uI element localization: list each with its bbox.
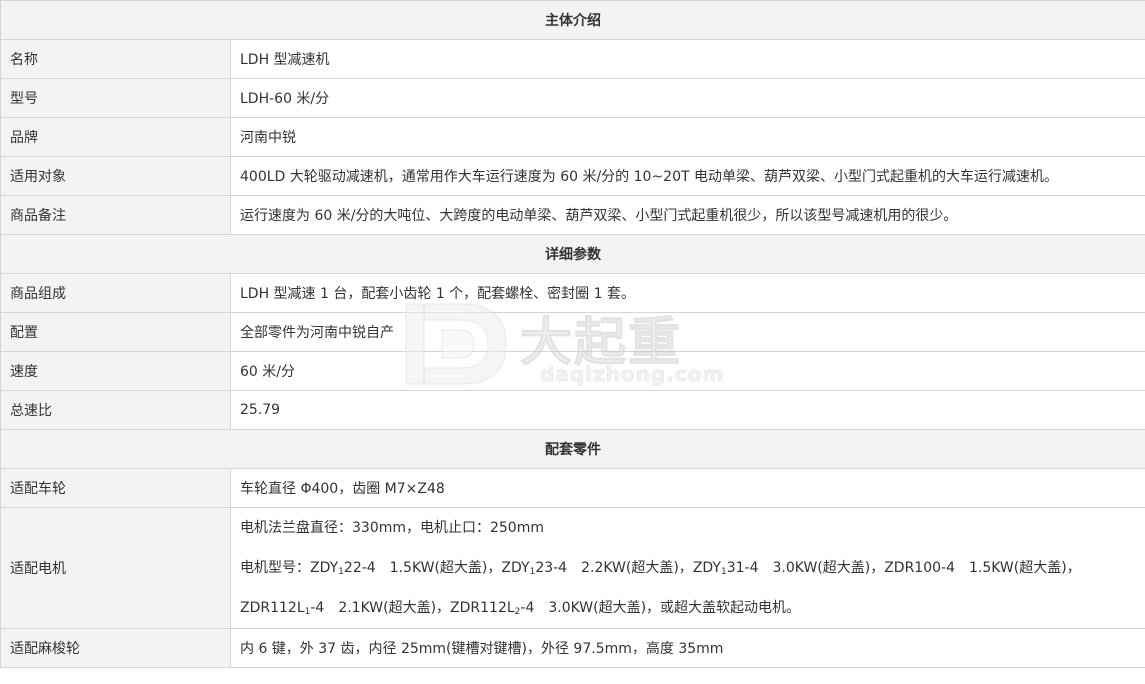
row-label-coupling: 适配麻梭轮: [0, 628, 231, 668]
table-row-ratio: 总速比 25.79: [0, 390, 1145, 430]
section-header-parts: 配套零件: [0, 429, 1145, 469]
row-label-wheel: 适配车轮: [0, 468, 231, 508]
section-header-params: 详细参数: [0, 234, 1145, 274]
table-row-name: 名称 LDH 型减速机: [0, 39, 1145, 79]
table-row-brand: 品牌 河南中锐: [0, 117, 1145, 157]
row-label-config: 配置: [0, 312, 231, 352]
section-title-intro: 主体介绍: [0, 0, 1145, 40]
row-value-remark: 运行速度为 60 米/分的大吨位、大跨度的电动单梁、葫芦双梁、小型门式起重机很少…: [230, 195, 1145, 235]
motor-model-5-rest: -4 3.0KW(超大盖)，或超大盖软起动电机。: [520, 600, 801, 616]
row-label-brand: 品牌: [0, 117, 231, 157]
motor-model-3: ZDY: [692, 560, 721, 576]
motor-model-2-rest: 23-4 2.2KW(超大盖)，: [535, 560, 693, 576]
row-value-wheel: 车轮直径 Φ400，齿圈 M7×Z48: [230, 468, 1145, 508]
table-row-model: 型号 LDH-60 米/分: [0, 78, 1145, 118]
row-label-model: 型号: [0, 78, 231, 118]
spec-table: 主体介绍 名称 LDH 型减速机 型号 LDH-60 米/分 品牌 河南中锐 适…: [0, 0, 1145, 668]
row-label-motor: 适配电机: [0, 507, 231, 629]
motor-model-5: ZDR112L: [450, 600, 515, 616]
motor-model-2: ZDY: [501, 560, 530, 576]
row-label-ratio: 总速比: [0, 390, 231, 430]
table-row-wheel: 适配车轮 车轮直径 Φ400，齿圈 M7×Z48: [0, 468, 1145, 508]
row-value-motor: 电机法兰盘直径：330mm，电机止口：250mm 电机型号：ZDY122-4 1…: [230, 507, 1145, 629]
motor-model-4-rest: -4 2.1KW(超大盖)，: [310, 600, 451, 616]
table-row-usage: 适用对象 400LD 大轮驱动减速机，通常用作大车运行速度为 60 米/分的 1…: [0, 156, 1145, 196]
table-row-motor: 适配电机 电机法兰盘直径：330mm，电机止口：250mm 电机型号：ZDY12…: [0, 507, 1145, 629]
motor-model-1-rest: 22-4 1.5KW(超大盖)，: [343, 560, 502, 576]
row-value-composition: LDH 型减速 1 台，配套小齿轮 1 个，配套螺栓、密封圈 1 套。: [230, 273, 1145, 313]
row-value-coupling: 内 6 键，外 37 齿，内径 25mm(键槽对键槽)，外径 97.5mm，高度…: [230, 628, 1145, 668]
section-title-parts: 配套零件: [0, 429, 1145, 469]
table-row-remark: 商品备注 运行速度为 60 米/分的大吨位、大跨度的电动单梁、葫芦双梁、小型门式…: [0, 195, 1145, 235]
section-title-params: 详细参数: [0, 234, 1145, 274]
table-row-coupling: 适配麻梭轮 内 6 键，外 37 齿，内径 25mm(键槽对键槽)，外径 97.…: [0, 628, 1145, 668]
motor-model-3-rest: 31-4 3.0KW(超大盖)，ZDR100-4 1.5KW(超大盖)，: [726, 560, 1081, 576]
row-label-composition: 商品组成: [0, 273, 231, 313]
row-value-ratio: 25.79: [230, 390, 1145, 430]
row-value-speed: 60 米/分: [230, 351, 1145, 391]
motor-flange-line: 电机法兰盘直径：330mm，电机止口：250mm: [240, 520, 544, 536]
row-value-usage: 400LD 大轮驱动减速机，通常用作大车运行速度为 60 米/分的 10~20T…: [230, 156, 1145, 196]
table-row-speed: 速度 60 米/分: [0, 351, 1145, 391]
motor-model-4: ZDR112L: [240, 600, 305, 616]
row-label-remark: 商品备注: [0, 195, 231, 235]
row-value-brand: 河南中锐: [230, 117, 1145, 157]
table-row-config: 配置 全部零件为河南中锐自产: [0, 312, 1145, 352]
motor-models-prefix: 电机型号：: [240, 560, 310, 576]
row-label-speed: 速度: [0, 351, 231, 391]
row-value-name: LDH 型减速机: [230, 39, 1145, 79]
motor-model-1: ZDY: [310, 560, 339, 576]
row-value-config: 全部零件为河南中锐自产: [230, 312, 1145, 352]
motor-models-line-1: 电机型号：ZDY122-4 1.5KW(超大盖)，ZDY123-4 2.2KW(…: [240, 548, 1136, 588]
section-header-intro: 主体介绍: [0, 0, 1145, 40]
row-label-usage: 适用对象: [0, 156, 231, 196]
motor-models-line-2: ZDR112L1-4 2.1KW(超大盖)，ZDR112L2-4 3.0KW(超…: [240, 588, 1136, 628]
row-value-model: LDH-60 米/分: [230, 78, 1145, 118]
table-row-composition: 商品组成 LDH 型减速 1 台，配套小齿轮 1 个，配套螺栓、密封圈 1 套。: [0, 273, 1145, 313]
row-label-name: 名称: [0, 39, 231, 79]
